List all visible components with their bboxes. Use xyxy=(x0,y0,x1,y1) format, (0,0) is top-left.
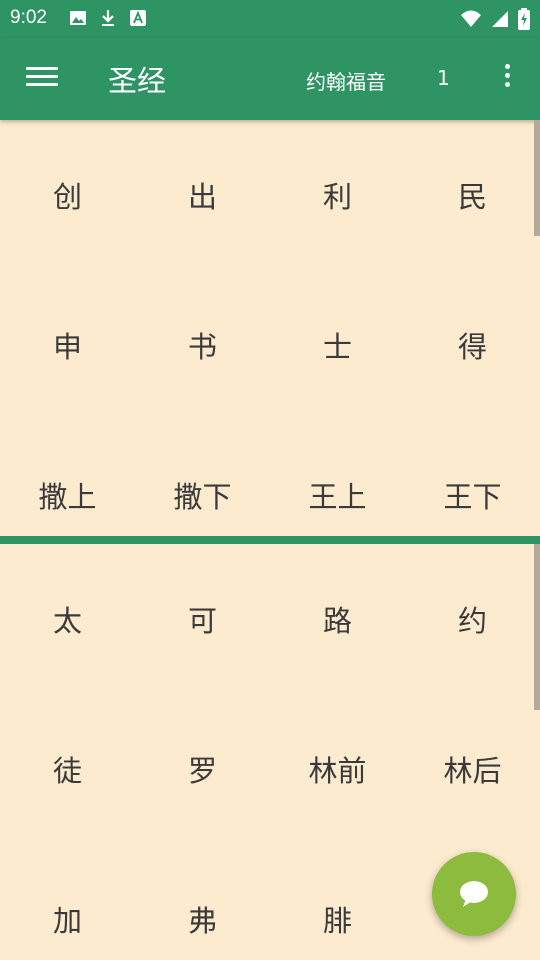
system-status-icons xyxy=(460,8,530,30)
nt-book-cell[interactable]: 林前 xyxy=(270,694,405,844)
nt-book-cell[interactable]: 加 xyxy=(0,844,135,960)
current-chapter-button[interactable]: 1 xyxy=(437,66,450,90)
notification-icons xyxy=(68,8,148,28)
ot-book-cell[interactable]: 申 xyxy=(0,270,135,420)
signal-icon xyxy=(492,11,508,27)
nt-book-cell[interactable]: 可 xyxy=(135,544,270,694)
image-icon xyxy=(70,11,86,25)
ot-book-cell[interactable]: 王上 xyxy=(270,420,405,536)
ot-book-cell[interactable]: 创 xyxy=(0,120,135,270)
nt-book-cell[interactable]: 腓 xyxy=(270,844,405,960)
ot-book-cell[interactable]: 士 xyxy=(270,270,405,420)
nt-book-cell[interactable]: 徒 xyxy=(0,694,135,844)
ot-scrollbar[interactable] xyxy=(534,120,540,236)
status-time: 9:02 xyxy=(10,7,47,28)
app-title: 圣经 xyxy=(108,64,167,98)
ot-book-cell[interactable]: 得 xyxy=(405,270,540,420)
ot-book-cell[interactable]: 利 xyxy=(270,120,405,270)
ot-grid: 创出利民申书士得撒上 撒下 王上 王下 xyxy=(0,120,540,536)
nt-book-cell[interactable]: 罗 xyxy=(135,694,270,844)
testament-divider xyxy=(0,536,540,544)
nt-scrollbar[interactable] xyxy=(534,544,540,710)
nt-book-cell[interactable]: 弗 xyxy=(135,844,270,960)
status-bar: 9:02 xyxy=(0,0,540,38)
ot-book-cell[interactable]: 出 xyxy=(135,120,270,270)
wifi-icon xyxy=(461,10,481,27)
ot-book-cell[interactable]: 撒上 xyxy=(0,420,135,536)
chat-fab-button[interactable] xyxy=(432,852,516,936)
battery-icon xyxy=(518,8,530,30)
ot-book-cell[interactable]: 民 xyxy=(405,120,540,270)
chat-bubble-icon xyxy=(460,881,488,907)
ot-book-cell[interactable]: 书 xyxy=(135,270,270,420)
more-vert-icon[interactable] xyxy=(500,64,514,96)
ot-book-cell[interactable]: 撒下 xyxy=(135,420,270,536)
app-toolbar: 圣经 约翰福音 1 xyxy=(0,38,540,120)
font-app-icon xyxy=(130,10,146,26)
current-book-button[interactable]: 约翰福音 xyxy=(306,66,386,95)
nt-book-cell[interactable]: 太 xyxy=(0,544,135,694)
ot-book-cell[interactable]: 王下 xyxy=(405,420,540,536)
nt-book-cell[interactable]: 约 xyxy=(405,544,540,694)
nt-book-cell[interactable]: 林后 xyxy=(405,694,540,844)
old-testament-book-grid[interactable]: 创出利民申书士得撒上 撒下 王上 王下 xyxy=(0,120,540,536)
menu-icon[interactable] xyxy=(24,62,60,96)
download-icon xyxy=(102,10,114,26)
nt-book-cell[interactable]: 路 xyxy=(270,544,405,694)
